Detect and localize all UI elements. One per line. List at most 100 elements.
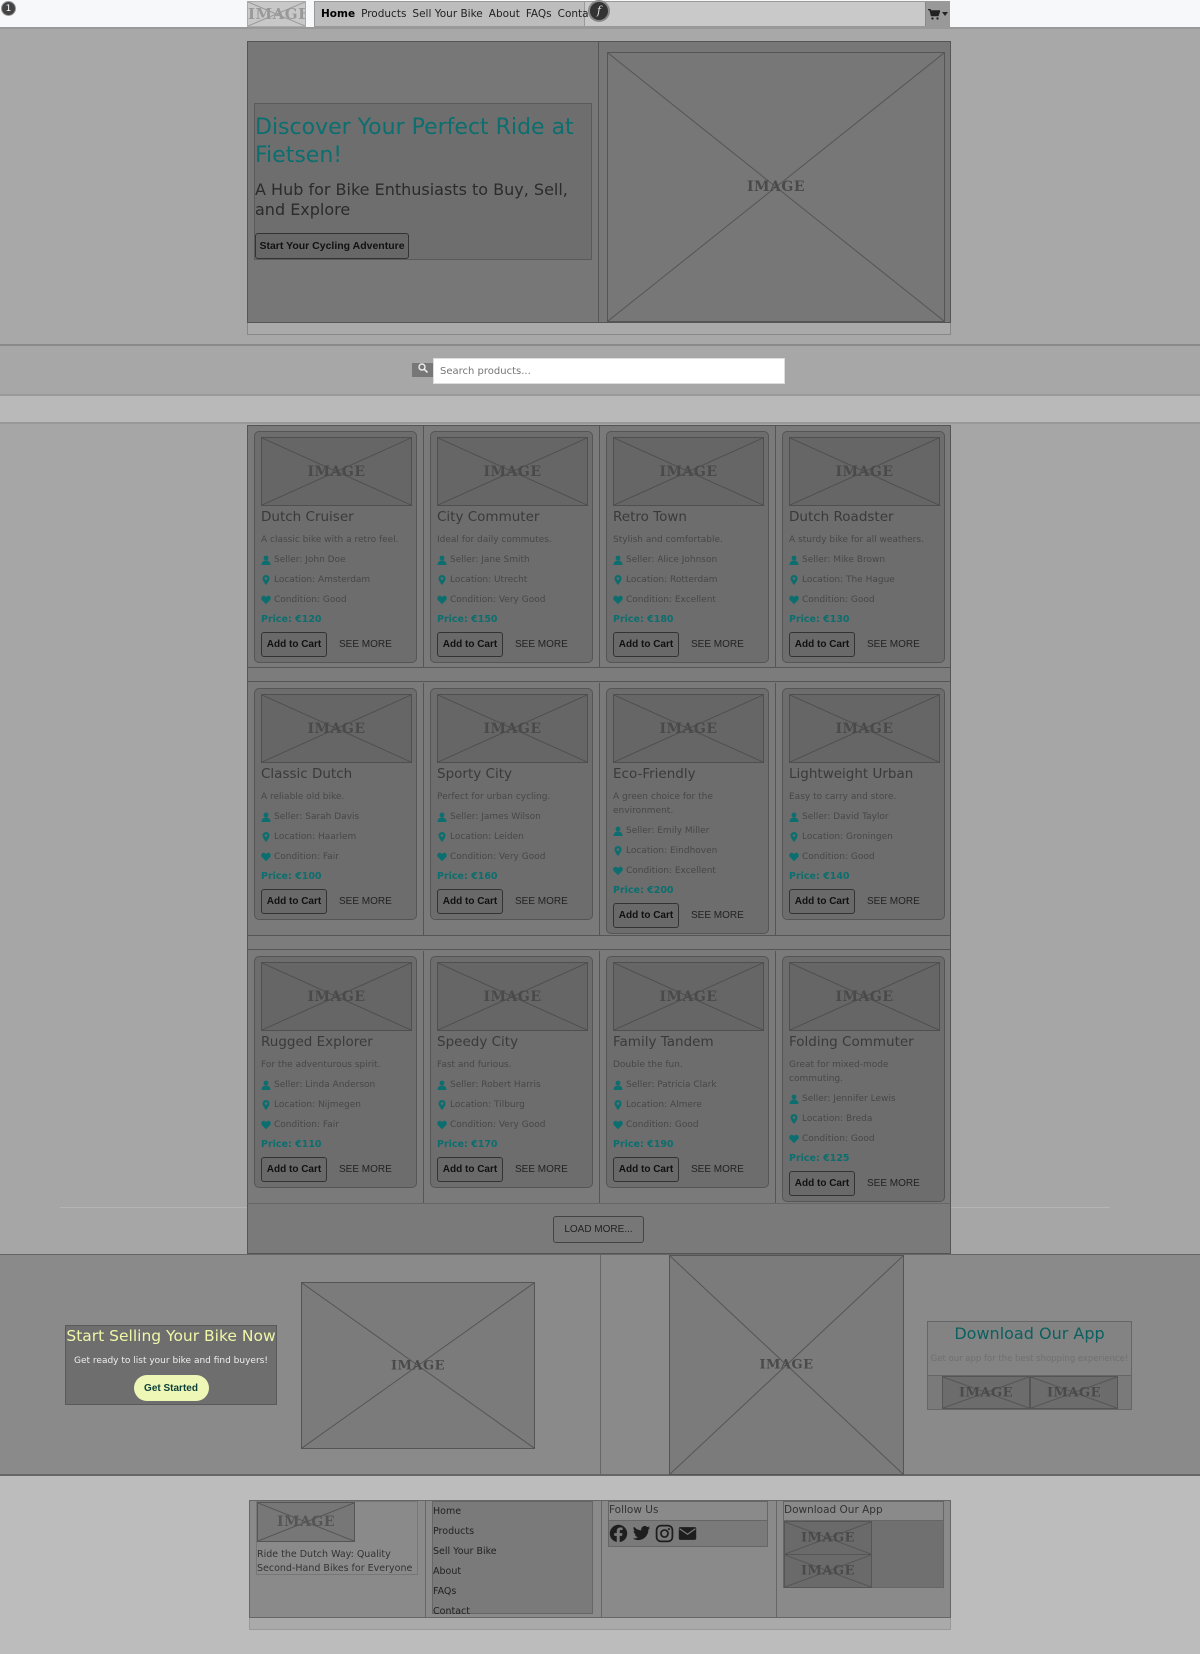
heart-icon — [789, 595, 799, 605]
see-more-link[interactable]: SEE MORE — [339, 639, 392, 650]
play-store-badge[interactable]: IMAGE — [1030, 1376, 1118, 1409]
product-image-placeholder[interactable]: IMAGE — [613, 962, 764, 1031]
see-more-link[interactable]: SEE MORE — [339, 1164, 392, 1175]
product-title[interactable]: Retro Town — [613, 509, 762, 525]
location-prefix: Location: — [802, 575, 846, 585]
product-image-placeholder[interactable]: IMAGE — [789, 694, 940, 763]
cart-dropdown-button[interactable] — [925, 2, 949, 26]
footer-play-store-badge[interactable]: IMAGE — [784, 1554, 872, 1588]
add-to-cart-button[interactable]: Add to Cart — [437, 632, 503, 657]
footer-link-sell-your-bike[interactable]: Sell Your Bike — [433, 1542, 592, 1562]
location-pin-icon — [262, 832, 270, 842]
product-image-placeholder[interactable]: IMAGE — [437, 437, 588, 506]
footer-link-about[interactable]: About — [433, 1562, 592, 1582]
facebook-icon[interactable] — [609, 1524, 628, 1543]
footer-app-store-badge[interactable]: IMAGE — [784, 1521, 872, 1555]
see-more-link[interactable]: SEE MORE — [515, 896, 568, 907]
product-title[interactable]: Sporty City — [437, 766, 586, 782]
seller-prefix: Seller: — [802, 1094, 834, 1104]
add-to-cart-button[interactable]: Add to Cart — [613, 632, 679, 657]
spacer-band — [0, 396, 1200, 424]
product-description: A classic bike with a retro feel. — [261, 535, 399, 545]
product-image-placeholder[interactable]: IMAGE — [261, 437, 412, 506]
product-cell: IMAGE Dutch Cruiser A classic bike with a … — [248, 426, 424, 667]
product-title[interactable]: Dutch Cruiser — [261, 509, 410, 525]
add-to-cart-button[interactable]: Add to Cart — [789, 632, 855, 657]
product-title[interactable]: Eco-Friendly — [613, 766, 762, 782]
product-image-placeholder[interactable]: IMAGE — [261, 694, 412, 763]
footer-link-home[interactable]: Home — [433, 1502, 592, 1522]
footer-link-products[interactable]: Products — [433, 1522, 592, 1542]
product-card: IMAGE Eco-Friendly A green choice for the … — [606, 688, 769, 934]
footer-logo-placeholder[interactable]: IMAGE — [257, 1502, 355, 1542]
see-more-link[interactable]: SEE MORE — [691, 639, 744, 650]
product-image-placeholder[interactable]: IMAGE — [437, 694, 588, 763]
product-image-placeholder[interactable]: IMAGE — [789, 962, 940, 1031]
nav-products[interactable]: Products — [361, 8, 406, 20]
app-store-badge[interactable]: IMAGE — [942, 1376, 1030, 1409]
product-title[interactable]: Speedy City — [437, 1034, 586, 1050]
email-icon[interactable] — [678, 1524, 697, 1543]
add-to-cart-button[interactable]: Add to Cart — [613, 1157, 679, 1182]
add-to-cart-button[interactable]: Add to Cart — [261, 1157, 327, 1182]
add-to-cart-button[interactable]: Add to Cart — [261, 889, 327, 914]
see-more-link[interactable]: SEE MORE — [515, 1164, 568, 1175]
product-price: Price: €170 — [437, 1138, 586, 1152]
price-prefix: Price: — [437, 614, 472, 625]
nav-sell-your-bike[interactable]: Sell Your Bike — [412, 8, 482, 20]
footer-link-faqs[interactable]: FAQs — [433, 1582, 592, 1602]
footer-app-badges: IMAGE IMAGE — [783, 1520, 944, 1588]
add-to-cart-button[interactable]: Add to Cart — [437, 1157, 503, 1182]
add-to-cart-button[interactable]: Add to Cart — [437, 889, 503, 914]
product-image-placeholder[interactable]: IMAGE — [789, 437, 940, 506]
condition-value: Good — [850, 852, 875, 862]
twitter-icon[interactable] — [632, 1524, 651, 1543]
product-image-placeholder[interactable]: IMAGE — [437, 962, 588, 1031]
add-to-cart-button[interactable]: Add to Cart — [261, 632, 327, 657]
product-image-placeholder[interactable]: IMAGE — [613, 437, 764, 506]
nav-about[interactable]: About — [489, 8, 520, 20]
search-icon[interactable] — [412, 363, 433, 377]
see-more-link[interactable]: SEE MORE — [515, 639, 568, 650]
see-more-link[interactable]: SEE MORE — [867, 1178, 920, 1189]
heart-icon — [261, 1120, 271, 1130]
see-more-link[interactable]: SEE MORE — [339, 896, 392, 907]
price-prefix: Price: — [437, 871, 472, 882]
add-to-cart-button[interactable]: Add to Cart — [613, 903, 679, 928]
product-location: Location: Tilburg — [437, 1098, 586, 1112]
product-title[interactable]: Family Tandem — [613, 1034, 762, 1050]
load-more-button[interactable]: LOAD MORE... — [553, 1216, 644, 1243]
price-prefix: Price: — [789, 614, 824, 625]
sell-bike-box: Start Selling Your Bike Now Get ready to… — [65, 1325, 277, 1405]
price-prefix: Price: — [261, 1139, 296, 1150]
product-title[interactable]: Dutch Roadster — [789, 509, 938, 525]
location-pin-icon — [614, 846, 622, 856]
add-to-cart-button[interactable]: Add to Cart — [789, 889, 855, 914]
start-cycling-adventure-button[interactable]: Start Your Cycling Adventure — [255, 233, 409, 259]
product-title[interactable]: Folding Commuter — [789, 1034, 938, 1050]
get-started-button[interactable]: Get Started — [133, 1375, 209, 1401]
see-more-link[interactable]: SEE MORE — [867, 896, 920, 907]
see-more-link[interactable]: SEE MORE — [867, 639, 920, 650]
card-actions: Add to Cart SEE MORE — [789, 632, 938, 657]
search-input[interactable] — [433, 358, 785, 384]
product-title[interactable]: Lightweight Urban — [789, 766, 938, 782]
product-condition: Condition: Good — [789, 1132, 938, 1146]
location-prefix: Location: — [450, 832, 494, 842]
product-cell: IMAGE Eco-Friendly A green choice for the … — [600, 683, 776, 935]
product-image-placeholder[interactable]: IMAGE — [261, 962, 412, 1031]
add-to-cart-button[interactable]: Add to Cart — [789, 1171, 855, 1196]
product-title[interactable]: Rugged Explorer — [261, 1034, 410, 1050]
condition-value: Very Good — [498, 1120, 546, 1130]
see-more-link[interactable]: SEE MORE — [691, 1164, 744, 1175]
see-more-link[interactable]: SEE MORE — [691, 910, 744, 921]
product-image-placeholder[interactable]: IMAGE — [613, 694, 764, 763]
logo-placeholder[interactable]: IMAGE — [247, 1, 306, 27]
product-title[interactable]: Classic Dutch — [261, 766, 410, 782]
nav-home[interactable]: Home — [321, 8, 355, 20]
product-title[interactable]: City Commuter — [437, 509, 586, 525]
product-condition: Condition: Good — [789, 850, 938, 864]
user-icon — [261, 555, 271, 565]
instagram-icon[interactable] — [655, 1524, 674, 1543]
nav-faqs[interactable]: FAQs — [526, 8, 552, 20]
